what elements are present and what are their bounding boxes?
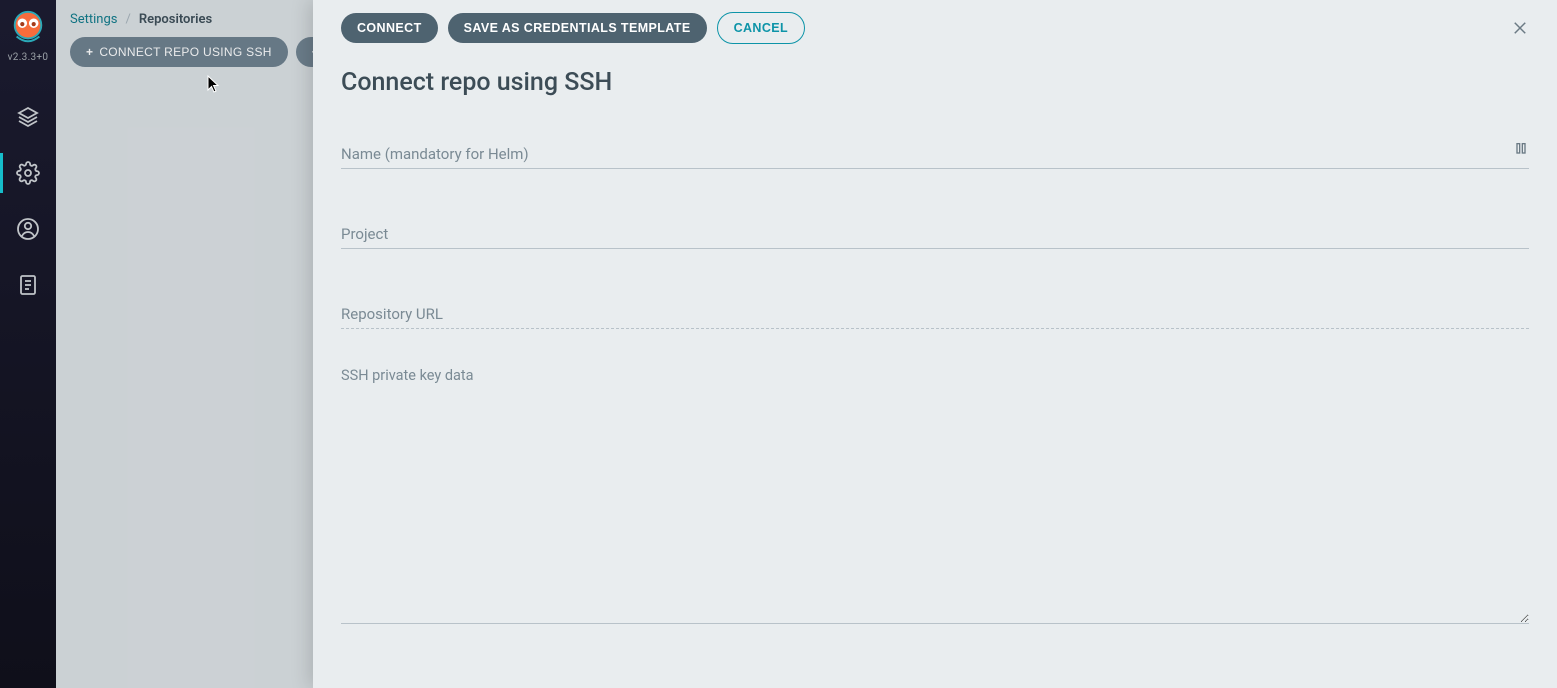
connect-button[interactable]: CONNECT (341, 13, 438, 43)
argo-logo[interactable] (7, 6, 49, 48)
project-input[interactable] (341, 207, 1529, 249)
ssh-key-label: SSH private key data (341, 367, 1529, 384)
nav-docs-icon[interactable] (0, 257, 56, 313)
name-field: Name (mandatory for Helm) (341, 127, 1529, 169)
repo-url-field: Repository URL (341, 287, 1529, 329)
panel-action-bar: CONNECT SAVE AS CREDENTIALS TEMPLATE CAN… (341, 8, 1535, 56)
name-input[interactable] (341, 127, 1529, 169)
close-icon[interactable] (1505, 13, 1535, 43)
ssh-key-field: SSH private key data (341, 367, 1529, 628)
ssh-key-textarea[interactable] (341, 394, 1529, 624)
connect-repo-panel: CONNECT SAVE AS CREDENTIALS TEMPLATE CAN… (313, 0, 1557, 688)
connect-repo-form: Name (mandatory for Helm) Project Reposi… (341, 127, 1535, 628)
project-field: Project (341, 207, 1529, 249)
repo-url-input[interactable] (341, 287, 1529, 329)
nav-rail: v2.3.3+0 (0, 0, 56, 688)
nav-settings-icon[interactable] (0, 145, 56, 201)
panel-title: Connect repo using SSH (341, 68, 1535, 97)
nav-applications-icon[interactable] (0, 89, 56, 145)
save-template-button[interactable]: SAVE AS CREDENTIALS TEMPLATE (448, 13, 707, 43)
cancel-button[interactable]: CANCEL (717, 12, 805, 44)
nav-user-icon[interactable] (0, 201, 56, 257)
version-label: v2.3.3+0 (8, 52, 49, 63)
edit-icon[interactable] (1513, 141, 1529, 161)
